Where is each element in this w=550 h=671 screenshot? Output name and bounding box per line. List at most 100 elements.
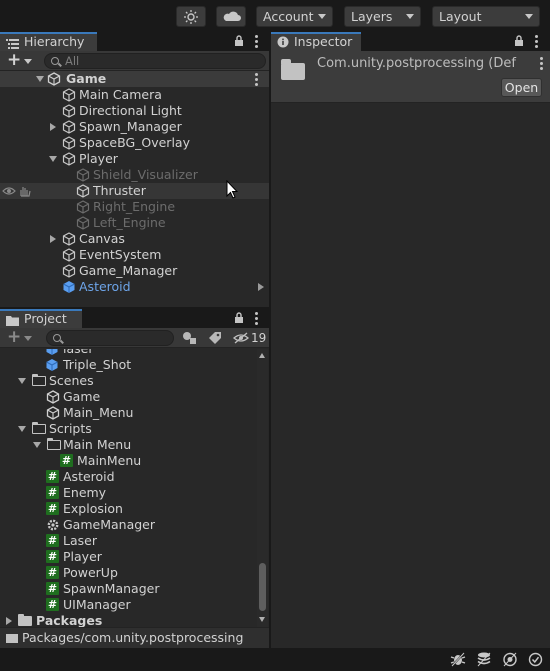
hidden-packages-toggle[interactable]: 19 bbox=[233, 330, 266, 346]
hierarchy-item[interactable]: SpaceBG_Overlay bbox=[0, 135, 269, 151]
list-item[interactable]: # Asteroid bbox=[0, 469, 256, 485]
cloud-icon[interactable] bbox=[216, 6, 246, 27]
item-label: Player bbox=[63, 549, 102, 564]
project-scrollbar[interactable] bbox=[257, 349, 268, 627]
hierarchy-item[interactable]: EventSystem bbox=[0, 247, 269, 263]
foldout-arrow-icon[interactable] bbox=[33, 442, 41, 448]
bug-icon[interactable] bbox=[450, 652, 466, 670]
visibility-eye-icon[interactable] bbox=[2, 185, 16, 199]
info-icon bbox=[277, 36, 289, 52]
csharp-script-icon: # bbox=[46, 502, 59, 515]
add-icon[interactable]: + bbox=[7, 329, 21, 346]
list-item[interactable]: Packages bbox=[0, 613, 256, 627]
list-item[interactable]: Game bbox=[0, 389, 256, 405]
folder-open-icon bbox=[31, 374, 46, 386]
list-item[interactable]: Main Menu bbox=[0, 437, 256, 453]
list-item[interactable]: Triple_Shot bbox=[0, 357, 256, 373]
tab-label: Hierarchy bbox=[24, 34, 85, 49]
progress-circle-icon[interactable] bbox=[502, 652, 518, 670]
pickable-hand-icon[interactable] bbox=[18, 185, 32, 199]
hierarchy-item[interactable]: Player bbox=[0, 151, 269, 167]
hierarchy-item[interactable]: Main Camera bbox=[0, 87, 269, 103]
gameobject-cube-icon bbox=[62, 120, 76, 134]
hierarchy-search-input[interactable]: All bbox=[44, 53, 266, 69]
folder-icon bbox=[281, 59, 305, 80]
scroll-down-icon[interactable] bbox=[259, 617, 265, 622]
search-by-type-icon[interactable] bbox=[182, 331, 198, 348]
hidden-eye-icon bbox=[233, 332, 249, 348]
scene-options-icon[interactable] bbox=[254, 73, 260, 86]
foldout-arrow-icon[interactable] bbox=[36, 76, 44, 82]
list-item[interactable]: # Laser bbox=[0, 533, 256, 549]
hierarchy-item[interactable]: Game_Manager bbox=[0, 263, 269, 279]
lock-icon[interactable] bbox=[234, 312, 244, 324]
foldout-arrow-icon[interactable] bbox=[18, 378, 26, 384]
layers-dropdown[interactable]: Layers bbox=[344, 6, 421, 27]
list-item[interactable]: # MainMenu bbox=[0, 453, 256, 469]
hidden-count: 19 bbox=[251, 331, 267, 345]
foldout-arrow-icon[interactable] bbox=[50, 123, 56, 131]
add-icon[interactable]: + bbox=[7, 52, 21, 69]
project-search-input[interactable] bbox=[46, 330, 174, 346]
check-circle-icon[interactable] bbox=[528, 652, 543, 670]
list-item[interactable]: laser bbox=[0, 349, 256, 357]
foldout-arrow-icon[interactable] bbox=[6, 617, 12, 625]
label-tag-icon[interactable] bbox=[208, 331, 222, 348]
chevron-right-icon[interactable] bbox=[258, 283, 264, 291]
hierarchy-item[interactable]: Asteroid bbox=[0, 279, 269, 295]
list-item[interactable]: GameManager bbox=[0, 517, 256, 533]
folder-open-icon bbox=[31, 422, 46, 434]
foldout-arrow-icon[interactable] bbox=[50, 235, 56, 243]
open-button[interactable]: Open bbox=[501, 78, 542, 97]
gear-icon bbox=[46, 518, 60, 532]
chevron-down-icon[interactable] bbox=[24, 336, 32, 341]
list-item[interactable]: # UIManager bbox=[0, 597, 256, 613]
gameobject-cube-icon bbox=[62, 104, 76, 118]
prefab-cube-icon bbox=[45, 358, 59, 372]
list-item[interactable]: Scenes bbox=[0, 373, 256, 389]
more-options-icon[interactable] bbox=[254, 312, 260, 325]
item-label: Main_Menu bbox=[63, 405, 134, 420]
lock-icon[interactable] bbox=[234, 35, 244, 47]
list-item[interactable]: # Player bbox=[0, 549, 256, 565]
hierarchy-tabbar: Hierarchy bbox=[0, 31, 269, 51]
path-label: Packages/com.unity.postprocessing bbox=[22, 630, 244, 645]
more-options-icon[interactable] bbox=[534, 35, 540, 48]
hierarchy-item[interactable]: Spawn_Manager bbox=[0, 119, 269, 135]
item-label: Scripts bbox=[49, 421, 92, 436]
list-item[interactable]: Scripts bbox=[0, 421, 256, 437]
hierarchy-item[interactable]: Directional Light bbox=[0, 103, 269, 119]
scroll-up-icon[interactable] bbox=[259, 353, 265, 358]
layout-dropdown[interactable]: Layout bbox=[432, 6, 540, 27]
search-icon bbox=[53, 334, 61, 342]
tab-hierarchy[interactable]: Hierarchy bbox=[0, 32, 97, 51]
cache-server-icon[interactable] bbox=[476, 652, 492, 670]
more-options-icon[interactable] bbox=[254, 35, 260, 48]
gameobject-cube-icon bbox=[62, 152, 76, 166]
scrollbar-thumb[interactable] bbox=[259, 563, 266, 611]
more-options-icon[interactable] bbox=[539, 57, 545, 70]
csharp-script-icon: # bbox=[46, 486, 59, 499]
list-item[interactable]: # PowerUp bbox=[0, 565, 256, 581]
account-dropdown[interactable]: Account bbox=[256, 6, 333, 27]
chevron-down-icon[interactable] bbox=[24, 59, 32, 64]
tab-inspector[interactable]: Inspector bbox=[271, 32, 361, 51]
list-item[interactable]: Main_Menu bbox=[0, 405, 256, 421]
scene-row[interactable]: Game bbox=[0, 71, 269, 87]
item-label: MainMenu bbox=[77, 453, 142, 468]
tab-project[interactable]: Project bbox=[0, 309, 82, 328]
item-label: Asteroid bbox=[79, 279, 131, 294]
lock-icon[interactable] bbox=[514, 35, 524, 47]
csharp-script-icon: # bbox=[46, 534, 59, 547]
list-item[interactable]: # Explosion bbox=[0, 501, 256, 517]
item-label: Laser bbox=[63, 533, 97, 548]
hierarchy-item[interactable]: Canvas bbox=[0, 231, 269, 247]
account-label: Account bbox=[263, 9, 314, 24]
light-icon[interactable] bbox=[176, 6, 206, 27]
list-item[interactable]: # Enemy bbox=[0, 485, 256, 501]
hierarchy-item[interactable]: Left_Engine bbox=[0, 215, 269, 231]
foldout-arrow-icon[interactable] bbox=[18, 426, 26, 432]
foldout-arrow-icon[interactable] bbox=[49, 156, 57, 162]
csharp-script-icon: # bbox=[46, 470, 59, 483]
list-item[interactable]: # SpawnManager bbox=[0, 581, 256, 597]
